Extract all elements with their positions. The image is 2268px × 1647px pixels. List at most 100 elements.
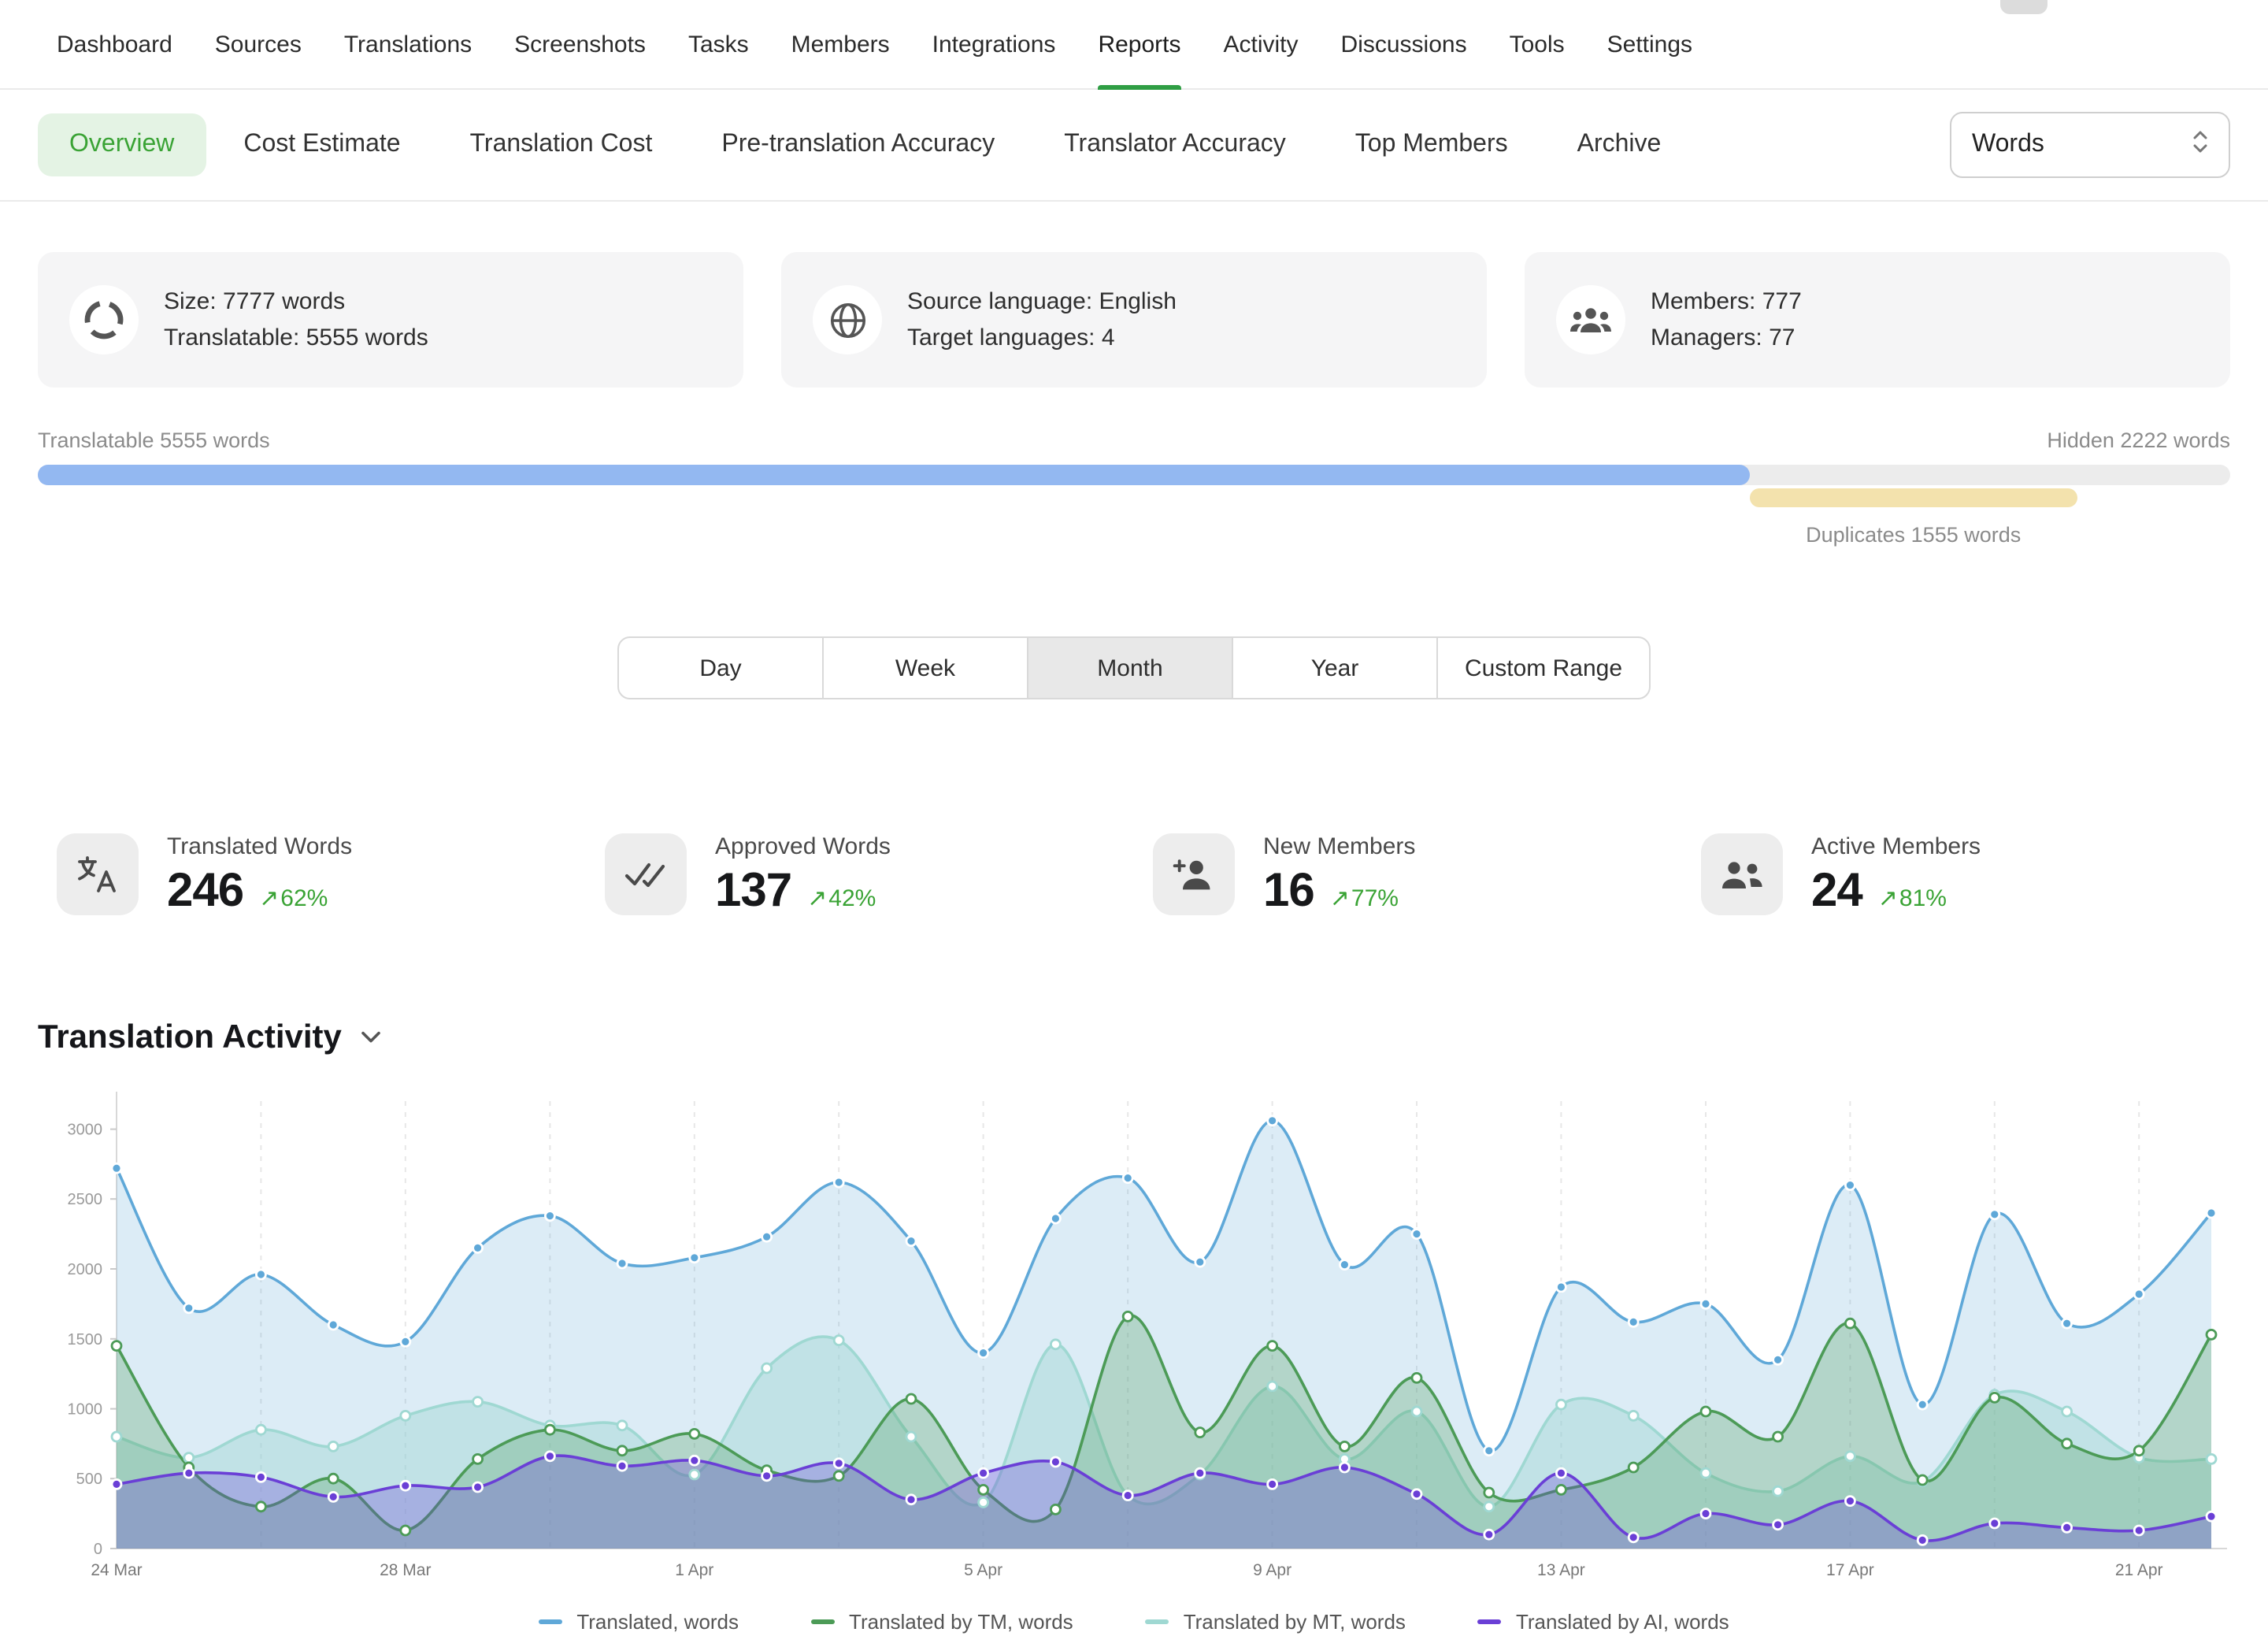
stat-value: 246 [167,865,243,918]
tab-top-members[interactable]: Top Members [1324,113,1540,176]
nav-item-members[interactable]: Members [791,0,890,88]
trend-up-icon: ↗ [807,884,827,912]
stat-delta: ↗62% [259,884,328,912]
managers-line: Managers: 77 [1651,320,1802,357]
range-day-button[interactable]: Day [617,636,824,699]
legend-swatch-translated [539,1619,562,1624]
svg-text:1500: 1500 [68,1331,103,1348]
svg-text:1000: 1000 [68,1401,103,1419]
nav-item-activity[interactable]: Activity [1224,0,1299,88]
svg-text:28 Mar: 28 Mar [380,1561,431,1579]
legend-item-ai[interactable]: Translated by AI, words [1478,1610,1729,1634]
tab-translation-cost[interactable]: Translation Cost [439,113,684,176]
language-card-text: Source language: English Target language… [907,284,1177,357]
approved-words-stat: Approved Words 137 ↗42% [586,833,1134,918]
legend-label: Translated by AI, words [1516,1610,1729,1634]
stat-delta-value: 77% [1351,885,1399,912]
stat-delta: ↗77% [1330,884,1399,912]
nav-item-translations[interactable]: Translations [344,0,472,88]
tab-cost-estimate[interactable]: Cost Estimate [212,113,432,176]
legend-swatch-mt [1146,1619,1169,1624]
trend-up-icon: ↗ [1878,884,1898,912]
translatable-line: Translatable: 5555 words [164,320,428,357]
size-line: Size: 7777 words [164,284,428,321]
top-right-partial-button[interactable] [2000,0,2048,14]
tab-pre-translation-accuracy[interactable]: Pre-translation Accuracy [690,113,1026,176]
legend-label: Translated by TM, words [849,1610,1073,1634]
target-languages-line: Target languages: 4 [907,320,1177,357]
nav-item-tasks[interactable]: Tasks [688,0,749,88]
svg-text:2000: 2000 [68,1261,103,1278]
svg-text:1 Apr: 1 Apr [675,1561,713,1579]
add-member-icon [1153,833,1235,915]
translated-words-stat: Translated Words 246 ↗62% [38,833,586,918]
tab-translator-accuracy[interactable]: Translator Accuracy [1032,113,1317,176]
active-members-icon [1701,833,1783,915]
reports-page: Dashboard Sources Translations Screensho… [0,0,2268,1647]
legend-swatch-ai [1478,1619,1502,1624]
word-breakdown-bars: Duplicates 1555 words [38,465,2230,588]
legend-label: Translated by MT, words [1184,1610,1406,1634]
members-icon [1556,285,1625,354]
range-segmented-control: Day Week Month Year Custom Range [617,636,1651,699]
svg-text:5 Apr: 5 Apr [964,1561,1002,1579]
report-tabs: Overview Cost Estimate Translation Cost … [38,113,1950,176]
svg-text:21 Apr: 21 Apr [2115,1561,2163,1579]
tab-overview[interactable]: Overview [38,113,206,176]
translate-icon [57,833,139,915]
stat-value: 16 [1263,865,1314,918]
progress-ring-icon [69,285,139,354]
globe-icon [813,285,882,354]
chevron-down-icon[interactable] [361,1024,381,1052]
active-members-stat-body: Active Members 24 ↗81% [1811,833,1981,918]
legend-item-translated[interactable]: Translated, words [539,1610,739,1634]
translatable-bar [38,465,1750,485]
nav-item-discussions[interactable]: Discussions [1341,0,1467,88]
double-check-icon [605,833,687,915]
duplicates-label: Duplicates 1555 words [1750,523,2077,547]
svg-text:0: 0 [94,1541,102,1558]
stat-delta-value: 81% [1899,885,1947,912]
nav-item-tools[interactable]: Tools [1510,0,1565,88]
nav-item-screenshots[interactable]: Screenshots [514,0,646,88]
stat-label: Active Members [1811,833,1981,860]
legend-item-mt[interactable]: Translated by MT, words [1146,1610,1406,1634]
approved-words-stat-body: Approved Words 137 ↗42% [715,833,891,918]
stat-label: New Members [1263,833,1415,860]
legend-label: Translated, words [576,1610,739,1634]
nav-item-sources[interactable]: Sources [215,0,302,88]
active-members-stat: Active Members 24 ↗81% [1682,833,2230,918]
translation-activity-chart[interactable]: 05001000150020002500300024 Mar28 Mar1 Ap… [38,1076,2230,1607]
duplicates-bar [1750,488,2077,507]
unit-selector[interactable]: Words [1950,112,2230,178]
stat-delta-value: 62% [280,885,328,912]
range-month-button[interactable]: Month [1027,636,1233,699]
size-card: Size: 7777 words Translatable: 5555 word… [38,252,743,388]
stat-delta: ↗42% [807,884,876,912]
stat-cards: Translated Words 246 ↗62% Approved Words… [38,833,2230,918]
language-card: Source language: English Target language… [781,252,1487,388]
nav-item-reports[interactable]: Reports [1098,0,1180,88]
trend-up-icon: ↗ [1330,884,1350,912]
nav-item-settings[interactable]: Settings [1607,0,1692,88]
nav-item-dashboard[interactable]: Dashboard [57,0,172,88]
source-language-line: Source language: English [907,284,1177,321]
tab-archive[interactable]: Archive [1546,113,1693,176]
svg-text:17 Apr: 17 Apr [1826,1561,1874,1579]
project-info-cards: Size: 7777 words Translatable: 5555 word… [38,252,2230,388]
nav-item-integrations[interactable]: Integrations [932,0,1056,88]
range-custom-button[interactable]: Custom Range [1436,636,1651,699]
hidden-label: Hidden 2222 words [2047,428,2230,452]
stat-value: 137 [715,865,791,918]
progress-track: Duplicates 1555 words [38,465,2230,485]
legend-item-tm[interactable]: Translated by TM, words [811,1610,1073,1634]
svg-text:24 Mar: 24 Mar [91,1561,142,1579]
members-line: Members: 777 [1651,284,1802,321]
top-nav: Dashboard Sources Translations Screensho… [0,0,2268,90]
stat-label: Translated Words [167,833,352,860]
range-week-button[interactable]: Week [822,636,1028,699]
report-tabs-bar: Overview Cost Estimate Translation Cost … [0,90,2268,202]
range-year-button[interactable]: Year [1232,636,1438,699]
stat-value: 24 [1811,865,1862,918]
members-card: Members: 777 Managers: 77 [1525,252,2230,388]
